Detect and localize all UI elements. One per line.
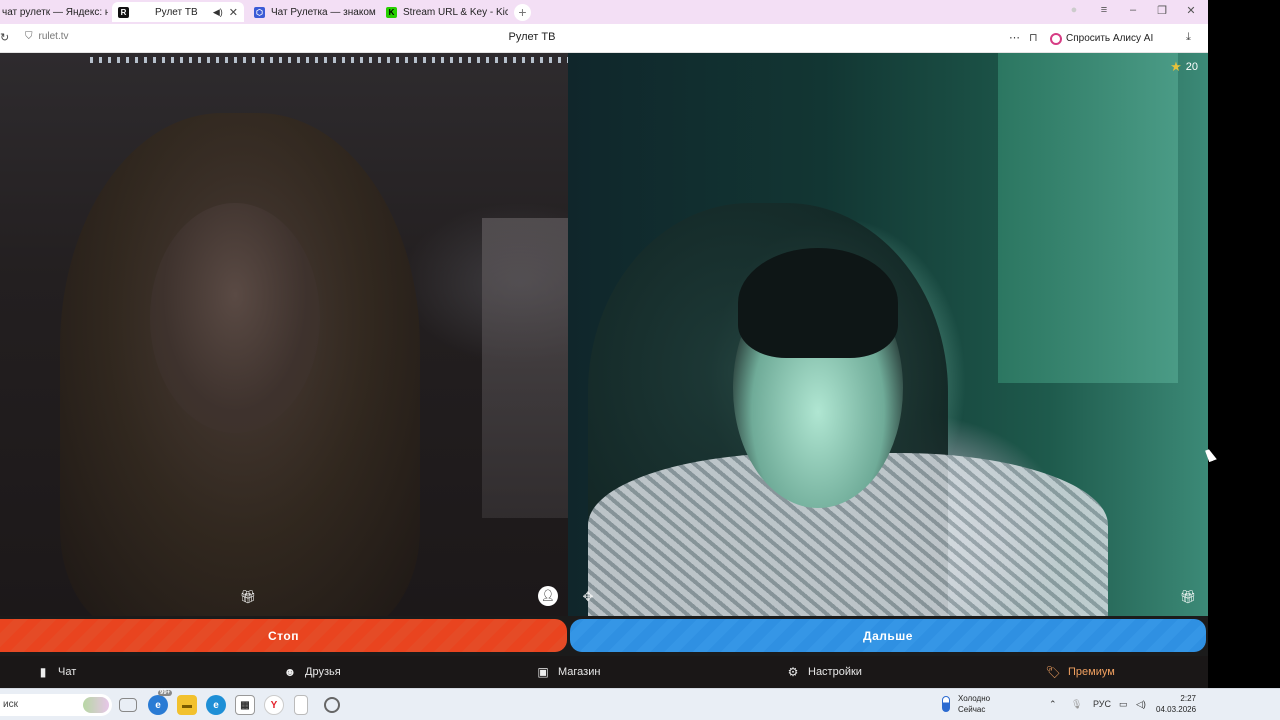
partner-video: 🎁︎ 👤︎ [0, 53, 568, 616]
star-icon: ★ [1170, 59, 1182, 74]
tab-label: Stream URL & Key - Kick D [403, 6, 508, 18]
volume-icon[interactable]: ◁) [1136, 699, 1146, 710]
clock-time: 2:27 [1180, 694, 1196, 703]
partner-face [150, 203, 320, 433]
taskbar: иск e 99+ ▬ e ▦ Y Холодно Сейчас ⌃ 🎙︎ РУ… [0, 688, 1280, 720]
friends-icon: ☻ [283, 665, 297, 679]
file-explorer-icon[interactable]: ▬ [177, 695, 197, 715]
download-icon[interactable]: ⤓ [1186, 31, 1191, 44]
gift-icon[interactable]: 🎁︎ [238, 587, 258, 607]
background-shelf [482, 218, 568, 518]
language-indicator[interactable]: РУС [1093, 699, 1111, 709]
browser-app-icon[interactable]: e 99+ [148, 690, 173, 715]
nav-friends-label: Друзья [305, 666, 341, 678]
browser-window: чат рулетк — Яндекс: наш R Рулет ТВ ◀) ✕… [0, 0, 1208, 688]
nav-chat[interactable]: ▮ Чат [36, 656, 77, 688]
bookmark-icon[interactable]: ⊓ [1029, 31, 1038, 44]
restore-icon[interactable]: ❐ [1152, 4, 1172, 17]
gear-icon: ⚙ [787, 665, 799, 679]
tag-icon: 🏷︎ [1045, 665, 1061, 679]
ruletka-favicon-icon: ⬡ [254, 6, 265, 18]
network-icon[interactable]: ▭ [1119, 699, 1128, 710]
string-lights [90, 57, 568, 63]
stop-button[interactable]: Стоп [0, 619, 567, 652]
edge-icon[interactable]: e [206, 695, 226, 715]
menu-icon[interactable]: ≡ [1094, 4, 1114, 16]
tab-kick-stream[interactable]: K Stream URL & Key - Kick D [380, 2, 508, 22]
weather-sub: Сейчас [958, 705, 986, 714]
self-hair [738, 248, 898, 358]
profile-user-icon[interactable]: 👤︎ [538, 586, 558, 606]
notification-badge: 99+ [158, 690, 173, 696]
more-icon[interactable]: ⋯ [1009, 31, 1020, 44]
yandex-browser-icon[interactable]: Y [264, 695, 284, 715]
nav-shop-label: Магазин [558, 666, 601, 678]
page-title: Рулет ТВ [508, 31, 556, 43]
alice-label: Спросить Алису AI [1066, 33, 1154, 44]
taskbar-search-text: иск [3, 699, 18, 710]
kick-favicon-icon: K [386, 6, 397, 18]
speaker-icon[interactable]: ◀) [213, 7, 223, 18]
clock-date: 04.03.2026 [1156, 705, 1197, 714]
search-highlight-icon [83, 697, 109, 713]
thermometer-icon [942, 696, 950, 712]
tab-label: Чат Рулетка — знакомств [271, 6, 376, 18]
minimize-icon[interactable]: – [1123, 4, 1143, 16]
nav-settings[interactable]: ⚙ Настройки [786, 656, 862, 688]
background-door [998, 53, 1178, 383]
stars-counter[interactable]: ★ 20 [1170, 59, 1198, 75]
action-bar: Стоп Дальше [0, 616, 1208, 656]
rulet-favicon-icon: R [118, 6, 129, 18]
nav-premium[interactable]: 🏷︎ Премиум [1045, 656, 1115, 688]
screen: чат рулетк — Яндекс: наш R Рулет ТВ ◀) ✕… [0, 0, 1280, 720]
desktop-background [1208, 0, 1280, 688]
alice-button[interactable]: Спросить Алису AI [1050, 29, 1153, 48]
weather-title: Холодно [958, 694, 991, 703]
chat-icon: ▮ [39, 665, 47, 679]
profile-icon[interactable]: ● [1064, 4, 1084, 16]
clock[interactable]: 2:27 04.03.2026 [1156, 693, 1196, 715]
alice-icon [1050, 32, 1062, 45]
nav-premium-label: Премиум [1068, 666, 1115, 678]
self-video: ★ 20 ✥ 🎁︎ [568, 53, 1208, 616]
store-icon[interactable]: ▦ [235, 695, 255, 715]
tab-label: чат рулетк — Яндекс: наш [2, 6, 108, 18]
document-icon[interactable] [294, 695, 308, 715]
address-bar: ↻ ⛉ rulet.tv Рулет ТВ ⋯ ⊓ Спросить Алису… [0, 24, 1208, 53]
stars-count: 20 [1185, 61, 1198, 73]
tab-chat-ruletka[interactable]: ⬡ Чат Рулетка — знакомств [248, 2, 376, 22]
settings-app-icon[interactable] [324, 697, 340, 713]
shopping-bag-icon: ▣ [537, 665, 549, 679]
tab-strip: чат рулетк — Яндекс: наш R Рулет ТВ ◀) ✕… [0, 0, 1208, 24]
close-tab-icon[interactable]: ✕ [229, 6, 238, 19]
gift-icon[interactable]: 🎁︎ [1178, 587, 1198, 607]
microphone-icon[interactable]: 🎙︎ [1071, 699, 1082, 710]
tray-expand-icon[interactable]: ⌃ [1049, 699, 1057, 710]
close-window-icon[interactable]: ✕ [1181, 4, 1201, 17]
next-button[interactable]: Дальше [570, 619, 1206, 652]
nav-friends[interactable]: ☻ Друзья [283, 656, 341, 688]
nav-chat-label: Чат [58, 666, 77, 678]
new-tab-button[interactable]: + [514, 4, 531, 21]
tab-yandex-search[interactable]: чат рулетк — Яндекс: наш [0, 2, 108, 22]
bottom-nav: ▮ Чат ☻ Друзья ▣ Магазин ⚙ Настройки 🏷︎ … [0, 656, 1208, 688]
nav-settings-label: Настройки [808, 666, 862, 678]
tab-label: Рулет ТВ [155, 6, 198, 18]
effects-icon[interactable]: ✥ [578, 587, 598, 607]
tab-rulet-tv[interactable]: R Рулет ТВ ◀) ✕ [112, 2, 244, 22]
task-view-icon[interactable] [119, 698, 137, 712]
nav-shop[interactable]: ▣ Магазин [536, 656, 600, 688]
weather-widget[interactable]: Холодно Сейчас [942, 693, 990, 715]
taskbar-search[interactable]: иск [0, 694, 112, 716]
